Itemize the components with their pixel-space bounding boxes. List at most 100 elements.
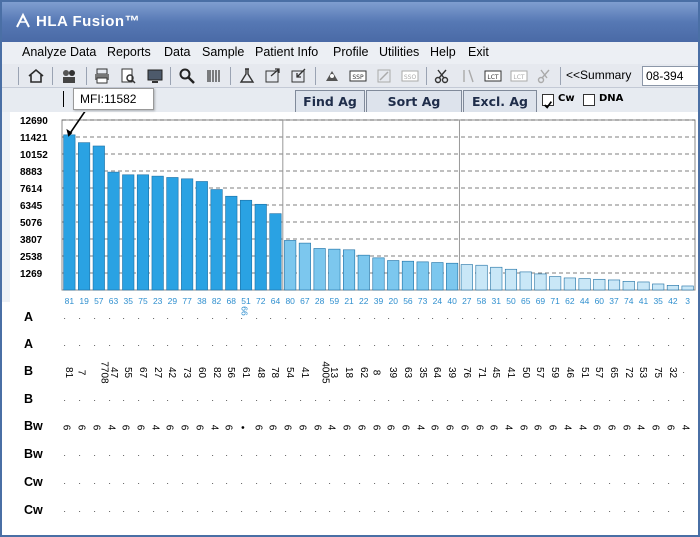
table-cell: ·	[88, 481, 100, 486]
case-number-field[interactable]: 08-394	[642, 66, 698, 86]
x-tick-label: 35	[653, 296, 663, 306]
x-tick-label: 44	[579, 296, 590, 306]
table-cell: ·	[530, 398, 542, 403]
find-ag-button[interactable]: Find Ag	[295, 90, 365, 112]
table-cell: ·	[442, 343, 454, 348]
table-cell: ·	[309, 453, 321, 458]
table-cell: ·	[589, 316, 601, 321]
menu-reports[interactable]: Reports	[107, 45, 151, 59]
table-cell: 6	[546, 424, 558, 431]
table-cell: ·	[530, 343, 542, 348]
table-cell: 6	[60, 424, 72, 431]
table-cell: 6	[193, 424, 205, 431]
table-cell: 6	[531, 424, 543, 431]
scissors-icon[interactable]	[433, 67, 451, 85]
table-cell: ·	[427, 316, 439, 321]
sort-ag-button[interactable]: Sort Ag	[366, 90, 462, 112]
menu-patient-info[interactable]: Patient Info	[255, 45, 318, 59]
dna-checkbox[interactable]	[583, 94, 595, 106]
import-icon[interactable]	[290, 67, 308, 85]
patient-icon[interactable]	[60, 67, 78, 85]
lct-icon[interactable]: LCT	[484, 67, 502, 85]
table-cell: ·	[545, 343, 557, 348]
table-cell: ·	[103, 509, 115, 514]
home-icon[interactable]	[27, 67, 45, 85]
menu-help[interactable]: Help	[430, 45, 456, 59]
table-cell: ·	[398, 509, 410, 514]
table-cell: ·	[663, 481, 675, 486]
tools-icon[interactable]	[375, 67, 393, 85]
table-cell: ·	[368, 481, 380, 486]
table-cell: 6	[134, 424, 146, 431]
table-cell: ·	[501, 343, 513, 348]
table-cell: •	[236, 425, 248, 430]
row-label: Bw	[24, 447, 43, 461]
table-cell: ·	[88, 509, 100, 514]
x-tick-label: 51	[241, 296, 251, 306]
table-cell: ·	[574, 481, 586, 486]
menu-data[interactable]: Data	[164, 45, 190, 59]
table-cell: ·	[471, 398, 483, 403]
excl-ag-button[interactable]: Excl. Ag	[463, 90, 537, 112]
table-cell: 46	[563, 366, 575, 379]
lct-disabled-icon[interactable]: LCT	[510, 67, 528, 85]
menu-utilities[interactable]: Utilities	[379, 45, 419, 59]
y-tick-label: 12690	[20, 116, 48, 127]
bar	[387, 260, 400, 291]
table-cell: ·	[574, 453, 586, 458]
barcode-icon[interactable]	[205, 67, 223, 85]
table-cell: ·	[133, 343, 145, 348]
table-cell: ·	[353, 343, 365, 348]
summary-button[interactable]: <<Summary	[563, 67, 634, 85]
table-cell: ·	[162, 398, 174, 403]
table-cell: ·	[515, 453, 527, 458]
cw-checkbox[interactable]	[542, 94, 554, 109]
table-cell: ·	[560, 316, 572, 321]
bar	[460, 264, 473, 291]
table-cell: ·	[456, 509, 468, 514]
table-cell: 41	[298, 366, 310, 379]
search-icon[interactable]	[178, 67, 196, 85]
x-tick-label: 60	[594, 296, 605, 306]
table-cell: 6	[281, 424, 293, 431]
monitor-icon[interactable]	[146, 67, 164, 85]
cut-disabled-icon[interactable]	[536, 67, 554, 85]
table-cell: ·	[309, 343, 321, 348]
bar	[475, 264, 488, 291]
bar	[78, 142, 91, 291]
x-tick-label: 82	[211, 296, 222, 306]
bar	[534, 273, 547, 291]
flask-icon[interactable]	[238, 67, 256, 85]
row-label: Cw	[24, 503, 43, 517]
table-cell: ·	[368, 398, 380, 403]
export-icon[interactable]	[264, 67, 282, 85]
table-cell: ·	[560, 398, 572, 403]
menu-analyze-data[interactable]: Analyze Data	[22, 45, 96, 59]
sso-icon[interactable]: SSO	[401, 67, 419, 85]
bar	[210, 189, 223, 291]
print-icon[interactable]	[93, 67, 111, 85]
tray-icon[interactable]	[323, 67, 341, 85]
menu-profile[interactable]: Profile	[333, 45, 368, 59]
table-cell: 6	[620, 424, 632, 431]
x-tick-label: 23	[152, 296, 163, 306]
table-cell: 71	[475, 366, 487, 379]
x-tick-label: 20	[388, 296, 398, 306]
table-cell: ·	[339, 316, 351, 321]
menu-exit[interactable]: Exit	[468, 45, 489, 59]
ssp-icon[interactable]: SSP	[349, 67, 367, 85]
table-cell: 81	[63, 366, 75, 379]
table-cell: ·	[560, 453, 572, 458]
menu-sample[interactable]: Sample	[202, 45, 244, 59]
y-tick-label: 2538	[20, 252, 43, 263]
table-cell: ·	[677, 343, 689, 348]
x-tick-label: 73	[417, 296, 428, 306]
chart-canvas: 12690 11421 10152 8883 7614 6345 5076 3807 2538 1…	[20, 112, 696, 291]
table-cell: ·	[162, 453, 174, 458]
print-preview-icon[interactable]	[119, 67, 137, 85]
table-cell: ·	[192, 509, 204, 514]
adjust-icon[interactable]	[459, 67, 477, 85]
y-tick-label: 5076	[20, 218, 43, 229]
table-cell: ·	[88, 398, 100, 403]
table-cell: ·	[162, 316, 174, 321]
